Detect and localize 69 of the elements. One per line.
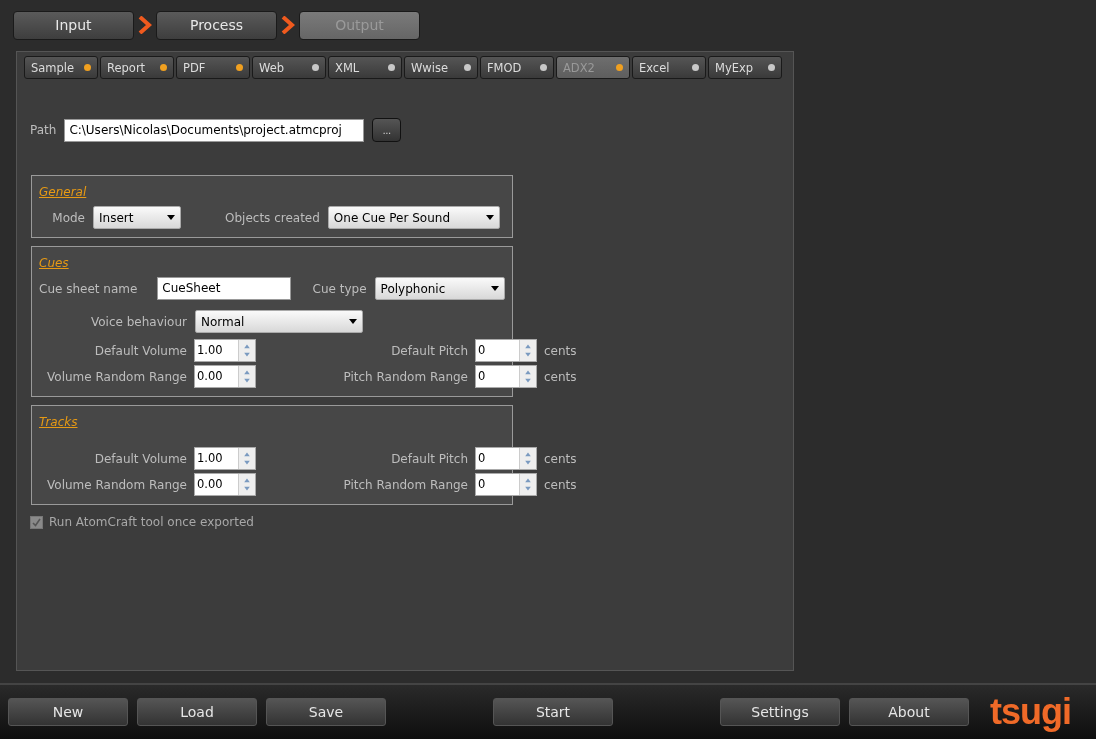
text-field[interactable]: CueSheet <box>157 277 291 300</box>
tab[interactable]: PDF <box>176 56 250 79</box>
caret-icon <box>485 215 494 220</box>
dropdown[interactable]: Insert <box>93 206 181 229</box>
path-label: Path <box>30 123 57 137</box>
field-label: Objects created <box>225 210 320 225</box>
field-label: Volume Random Range <box>46 477 187 492</box>
footer-button[interactable]: Load <box>137 698 257 726</box>
footer-button[interactable]: Save <box>266 698 386 726</box>
field-label: Volume Random Range <box>46 369 187 384</box>
spin-arrows-icon[interactable] <box>238 474 255 495</box>
tab[interactable]: FMOD <box>480 56 554 79</box>
spin-field[interactable]: 0 <box>475 447 537 470</box>
tab[interactable]: Report <box>100 56 174 79</box>
dropdown[interactable]: Polyphonic <box>374 277 505 300</box>
caret-icon <box>491 286 499 291</box>
group-title: General <box>39 185 87 199</box>
spin-arrows-icon[interactable] <box>238 366 255 387</box>
tab[interactable]: Web <box>252 56 326 79</box>
spin-arrows-icon[interactable] <box>519 474 536 495</box>
field-label: Pitch Random Range <box>342 369 468 384</box>
field-label: Cue type <box>312 281 367 296</box>
caret-icon <box>349 319 357 324</box>
dropdown[interactable]: One Cue Per Sound <box>327 206 500 229</box>
spin-arrows-icon[interactable] <box>519 340 536 361</box>
tab[interactable]: Wwise <box>404 56 478 79</box>
footer-button[interactable]: About <box>849 698 969 726</box>
tab[interactable]: MyExp <box>708 56 782 79</box>
spin-field[interactable]: 0 <box>475 365 537 388</box>
chevron-icon <box>281 16 295 34</box>
field-label: Pitch Random Range <box>342 477 468 492</box>
field-label: Voice behaviour <box>89 314 187 329</box>
unit-label: cents <box>544 477 577 492</box>
checkbox-label: Run AtomCraft tool once exported <box>49 515 254 529</box>
spin-field[interactable]: 0 <box>475 339 537 362</box>
tab[interactable]: Excel <box>632 56 706 79</box>
chevron-icon <box>138 16 152 34</box>
step-button[interactable]: Input <box>13 10 134 40</box>
spin-field[interactable]: 0.00 <box>194 365 256 388</box>
tab[interactable]: XML <box>328 56 402 79</box>
spin-field[interactable]: 0.00 <box>194 473 256 496</box>
spin-field[interactable]: 1.00 <box>194 447 256 470</box>
field-label: Mode <box>51 210 85 225</box>
spin-arrows-icon[interactable] <box>519 448 536 469</box>
unit-label: cents <box>544 451 577 466</box>
group-title: Cues <box>39 256 69 270</box>
field-label: Default Volume <box>93 343 187 358</box>
footer-button[interactable]: Settings <box>720 698 840 726</box>
caret-icon <box>167 215 175 220</box>
field-label: Default Pitch <box>390 343 468 358</box>
dropdown[interactable]: Normal <box>195 310 363 333</box>
group-title: Tracks <box>39 415 78 429</box>
field-label: Default Volume <box>93 451 187 466</box>
spin-arrows-icon[interactable] <box>238 340 255 361</box>
start-button[interactable]: Start <box>493 698 613 726</box>
logo: tsugi <box>990 691 1071 733</box>
spin-field[interactable]: 0 <box>475 473 537 496</box>
spin-field[interactable]: 1.00 <box>194 339 256 362</box>
unit-label: cents <box>544 369 577 384</box>
field-label: Cue sheet name <box>39 281 138 296</box>
browse-button[interactable]: ... <box>372 118 402 142</box>
unit-label: cents <box>544 343 577 358</box>
spin-arrows-icon[interactable] <box>519 366 536 387</box>
path-field[interactable]: C:\Users\Nicolas\Documents\project.atmcproj <box>64 118 365 142</box>
footer-button[interactable]: New <box>8 698 128 726</box>
field-label: Default Pitch <box>390 451 468 466</box>
spin-arrows-icon[interactable] <box>238 448 255 469</box>
tab[interactable]: Sample <box>24 56 98 79</box>
step-button[interactable]: Process <box>156 10 277 40</box>
